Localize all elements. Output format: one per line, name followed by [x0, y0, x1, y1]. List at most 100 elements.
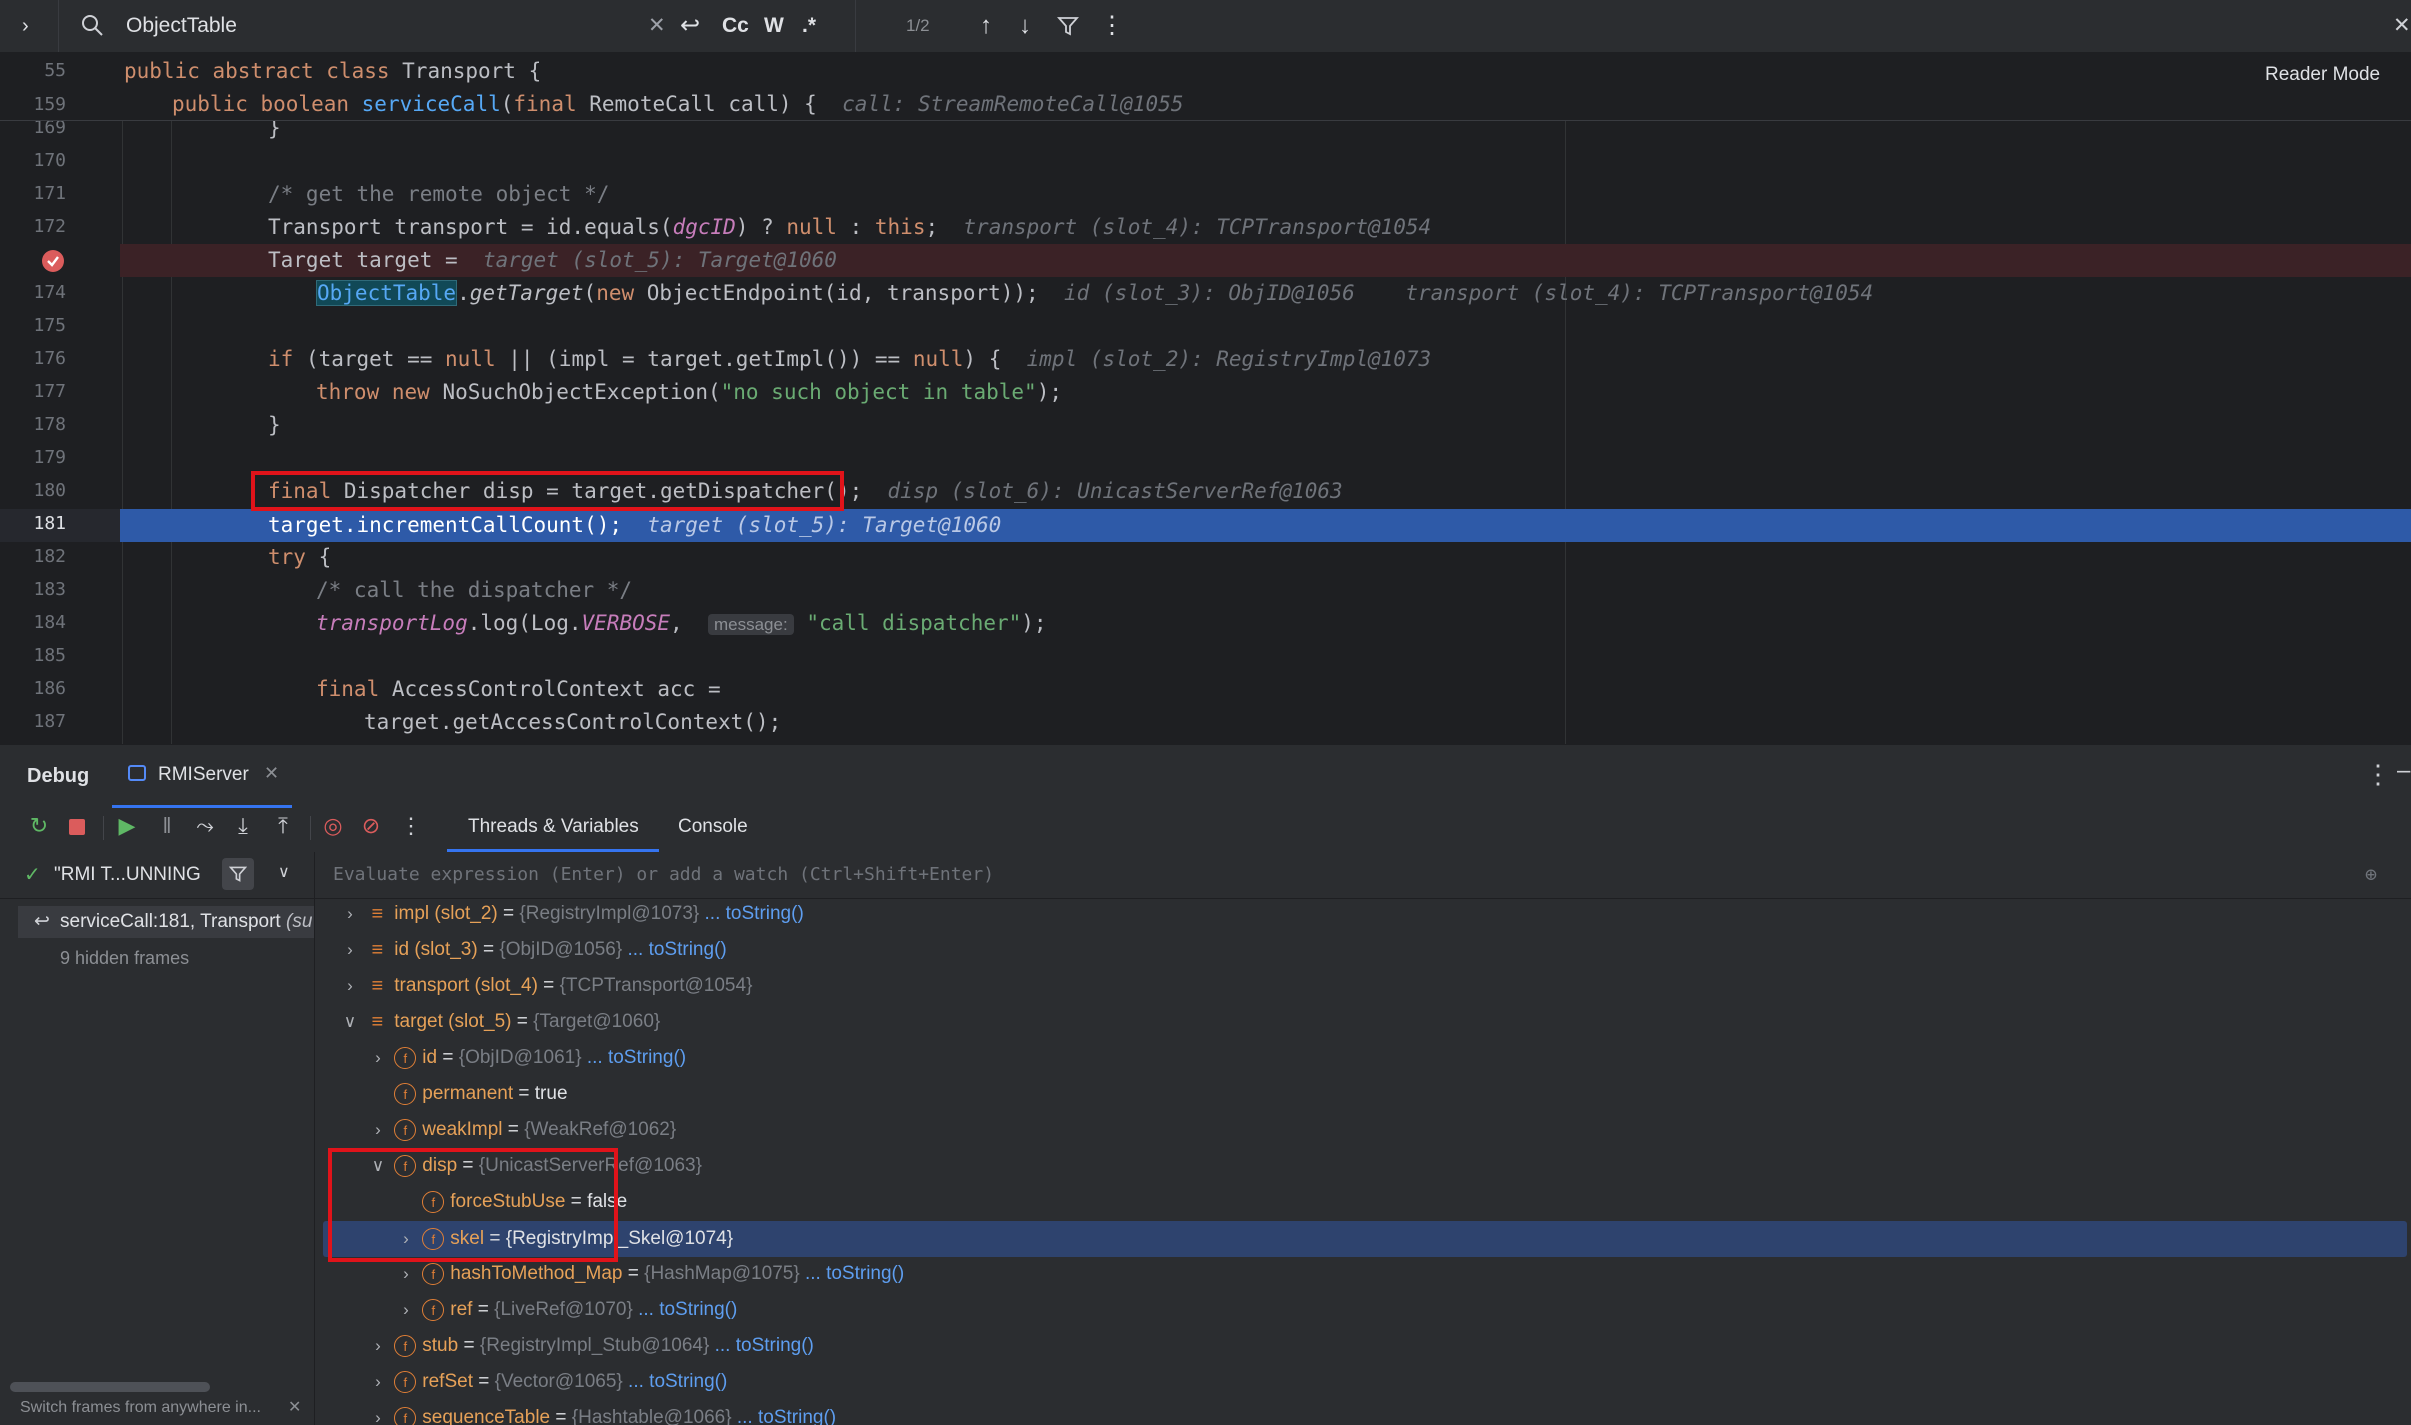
- step-into-icon[interactable]: ⤓: [228, 806, 258, 846]
- code-comment[interactable]: /* get the remote object */: [268, 178, 609, 211]
- sticky-class-declaration[interactable]: public abstract class Transport {: [124, 55, 541, 88]
- code-line[interactable]: Transport transport = id.equals(dgcID) ?…: [268, 211, 1431, 244]
- match-counter: 1/2: [906, 16, 930, 35]
- scrollbar[interactable]: [10, 1382, 210, 1392]
- hidden-frames-label[interactable]: 9 hidden frames: [60, 948, 189, 969]
- next-match-icon[interactable]: ↓: [1019, 0, 1031, 52]
- variable-row[interactable]: › f ref = {LiveRef@1070} ... toString(): [395, 1292, 737, 1328]
- step-over-icon[interactable]: ⤳: [190, 806, 220, 846]
- clear-search-icon[interactable]: ✕: [648, 0, 666, 52]
- line-number: 170: [33, 150, 66, 171]
- stop-icon[interactable]: [62, 806, 92, 846]
- debug-toolbar: ↻ ▶ ‖ ⤳ ⤓ ⤒ ◎ ⊘ ⋮ Threads & Variables Co…: [0, 806, 2411, 852]
- variable-row[interactable]: › f stub = {RegistryImpl_Stub@1064} ... t…: [367, 1328, 814, 1364]
- previous-match-icon[interactable]: ↑: [980, 0, 992, 52]
- current-execution-line[interactable]: target.incrementCallCount(); target (slo…: [268, 509, 1001, 542]
- line-number: 183: [33, 579, 66, 600]
- close-tab-icon[interactable]: ✕: [264, 763, 279, 784]
- stack-frame[interactable]: ↩ serviceCall:181, Transport (su: [18, 906, 314, 938]
- more-options-icon[interactable]: ⋮: [1100, 0, 1124, 52]
- debug-title: Debug: [27, 765, 90, 787]
- variable-row[interactable]: ∨ ≡ target (slot_5) = {Target@1060}: [339, 1004, 660, 1040]
- thread-running-icon: ✓: [24, 864, 41, 886]
- thread-selector[interactable]: ✓ "RMI T...UNNING ∨: [0, 852, 314, 899]
- close-hint-icon[interactable]: ✕: [288, 1397, 301, 1417]
- search-icon[interactable]: [80, 0, 106, 52]
- line-number: 186: [33, 678, 66, 699]
- regex-button[interactable]: .*: [802, 0, 816, 52]
- add-watch-icon[interactable]: ⊕: [2365, 862, 2377, 886]
- variable-row[interactable]: › ≡ impl (slot_2) = {RegistryImpl@1073} .…: [339, 896, 804, 932]
- frames-pane: ✓ "RMI T...UNNING ∨ ↩ serviceCall:181, T…: [0, 852, 315, 1425]
- line-number: 171: [33, 183, 66, 204]
- filter-icon[interactable]: [222, 858, 254, 890]
- variable-row[interactable]: › f sequenceTable = {Hashtable@1066} ... …: [367, 1400, 836, 1425]
- variable-row[interactable]: f permanent = true: [367, 1076, 568, 1112]
- mute-breakpoints-icon[interactable]: ⊘: [356, 806, 386, 846]
- line-number: 184: [33, 612, 66, 633]
- close-find-icon[interactable]: ✕: [2393, 0, 2411, 52]
- code-line[interactable]: target.getAccessControlContext();: [364, 706, 781, 739]
- match-case-button[interactable]: Cc: [722, 0, 749, 52]
- thread-name: "RMI T...UNNING: [54, 864, 201, 885]
- chevron-down-icon[interactable]: ∨: [278, 862, 290, 882]
- tab-label: RMIServer: [158, 764, 249, 785]
- code-editor[interactable]: 55 public abstract class Transport { 159…: [0, 52, 2411, 744]
- resume-icon[interactable]: ▶: [112, 806, 142, 846]
- run-config-icon: [128, 765, 146, 781]
- line-number: 178: [33, 414, 66, 435]
- variable-row[interactable]: › ≡ id (slot_3) = {ObjID@1056} ... toStri…: [339, 932, 727, 968]
- frame-return-icon: ↩: [34, 911, 50, 932]
- line-number: 177: [33, 381, 66, 402]
- line-number: 159: [33, 94, 66, 115]
- line-number: 55: [44, 60, 66, 81]
- code-line[interactable]: ObjectTable.getTarget(new ObjectEndpoint…: [316, 277, 1873, 310]
- minimize-icon[interactable]: –: [2397, 757, 2410, 785]
- reader-mode-button[interactable]: Reader Mode: [2265, 64, 2380, 86]
- line-number: 175: [33, 315, 66, 336]
- variable-row[interactable]: › f id = {ObjID@1061} ... toString(): [367, 1040, 686, 1076]
- evaluate-expression-input[interactable]: Evaluate expression (Enter) or add a wat…: [315, 852, 2411, 899]
- more-options-icon[interactable]: ⋮: [2365, 759, 2391, 790]
- pause-icon[interactable]: ‖: [152, 806, 182, 846]
- tab-console[interactable]: Console: [678, 816, 748, 838]
- rerun-icon[interactable]: ↻: [24, 806, 54, 846]
- highlight-annotation-box: [328, 1148, 618, 1262]
- tab-rmiserver[interactable]: RMIServer ✕: [112, 745, 292, 808]
- step-out-icon[interactable]: ⤒: [268, 806, 298, 846]
- sticky-method-declaration[interactable]: public boolean serviceCall(final RemoteC…: [172, 88, 1184, 121]
- code-line[interactable]: try {: [268, 541, 331, 574]
- line-number: 172: [33, 216, 66, 237]
- variables-pane: Evaluate expression (Enter) or add a wat…: [315, 852, 2411, 1425]
- sticky-scope-header: 55 public abstract class Transport { 159…: [0, 52, 2411, 121]
- line-number: 176: [33, 348, 66, 369]
- variable-row[interactable]: › f weakImpl = {WeakRef@1062}: [367, 1112, 676, 1148]
- code-line[interactable]: if (target == null || (impl = target.get…: [268, 343, 1431, 376]
- code-line[interactable]: Target target = target (slot_5): Target@…: [268, 244, 837, 277]
- debug-tool-window: Debug RMIServer ✕ ⋮ – ↻ ▶ ‖ ⤳ ⤓ ⤒ ◎ ⊘ ⋮ …: [0, 744, 2411, 1425]
- search-match-highlight[interactable]: ObjectTable: [316, 280, 458, 306]
- code-line[interactable]: }: [268, 409, 281, 442]
- breakpoint-icon[interactable]: [42, 250, 64, 272]
- variable-row[interactable]: › f refSet = {Vector@1065} ... toString(): [367, 1364, 727, 1400]
- more-actions-icon[interactable]: ⋮: [396, 806, 426, 846]
- debug-header: Debug RMIServer ✕ ⋮ –: [0, 744, 2411, 808]
- whole-words-button[interactable]: W: [764, 0, 784, 52]
- code-line[interactable]: transportLog.log(Log.VERBOSE, message: "…: [316, 607, 1047, 640]
- view-breakpoints-icon[interactable]: ◎: [318, 806, 348, 846]
- code-line[interactable]: throw new NoSuchObjectException("no such…: [316, 376, 1062, 409]
- line-number: 179: [33, 447, 66, 468]
- new-line-icon[interactable]: ↩: [680, 0, 700, 52]
- variable-row[interactable]: › ≡ transport (slot_4) = {TCPTransport@10…: [339, 968, 752, 1004]
- line-number: 180: [33, 480, 66, 501]
- code-comment[interactable]: /* call the dispatcher */: [316, 574, 632, 607]
- tab-threads-variables[interactable]: Threads & Variables: [447, 806, 659, 852]
- line-number: 185: [33, 645, 66, 666]
- parameter-hint: message:: [707, 614, 794, 635]
- code-line[interactable]: final AccessControlContext acc =: [316, 673, 721, 706]
- line-number: 181: [33, 513, 66, 534]
- tab-label: Threads & Variables: [468, 816, 639, 837]
- search-input[interactable]: ObjectTable: [126, 0, 237, 52]
- filter-icon[interactable]: [1057, 0, 1079, 52]
- expand-replace-icon[interactable]: ›: [22, 0, 29, 52]
